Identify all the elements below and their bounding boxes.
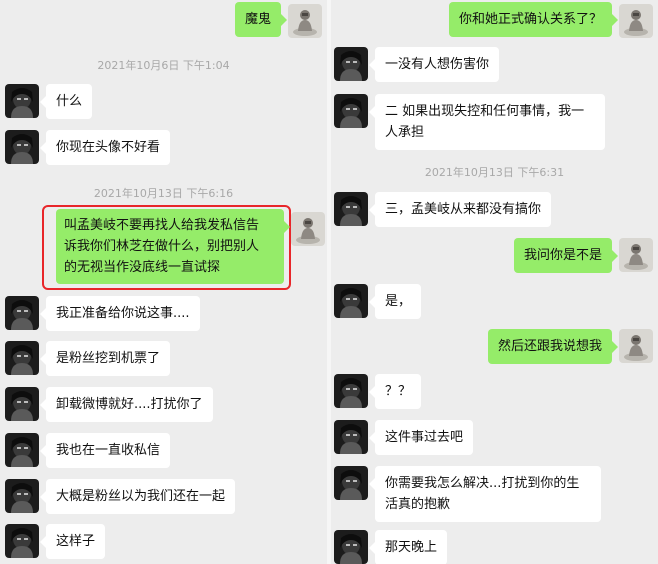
dark-portrait-avatar-icon[interactable] (5, 341, 39, 375)
message-in-bubble[interactable]: 你需要我怎么解决...打扰到你的生 活真的抱歉 (369, 466, 601, 522)
message-in-bubble[interactable]: 是粉丝挖到机票了 (39, 341, 171, 376)
figurine-avatar-icon[interactable] (619, 238, 653, 272)
dark-portrait-avatar-icon[interactable] (334, 466, 368, 500)
figurine-avatar-icon[interactable] (619, 4, 653, 38)
message-out-bubble[interactable]: 叫孟美岐不要再找人给我发私信告 诉我你们林芝在做什么，别把别人 的无视当作没底线… (56, 209, 290, 284)
figurine-avatar-icon[interactable] (291, 212, 325, 246)
message-in-bubble[interactable]: ？？ (368, 374, 422, 409)
message-in-bubble[interactable]: 那天晚上 (368, 530, 448, 564)
message-in-bubble[interactable]: 我正准备给你说这事.... (40, 296, 200, 331)
message-in-bubble[interactable]: 这件事过去吧 (368, 420, 474, 455)
dark-portrait-avatar-icon[interactable] (334, 192, 368, 226)
message-out-bubble[interactable]: 我问你是不是 (513, 238, 619, 273)
right-chat-pane[interactable]: 你和她正式确认关系了？ 一没有人想伤害你 二 如果出现失控和任何事情，我一 人承… (331, 0, 658, 564)
message-in-bubble[interactable]: 你现在头像不好看 (39, 130, 171, 165)
dark-portrait-avatar-icon[interactable] (5, 524, 39, 558)
message-in-bubble[interactable]: 一没有人想伤害你 (368, 47, 500, 82)
message-out-bubble[interactable]: 魔鬼 (234, 2, 288, 37)
dark-portrait-avatar-icon[interactable] (334, 47, 368, 81)
dark-portrait-avatar-icon[interactable] (5, 433, 39, 467)
dark-portrait-avatar-icon[interactable] (5, 387, 39, 421)
figurine-avatar-icon[interactable] (619, 329, 653, 363)
dark-portrait-avatar-icon[interactable] (334, 94, 368, 128)
dark-portrait-avatar-icon[interactable] (334, 420, 368, 454)
timestamp: 2021年10月6日 下午1:04 (97, 59, 230, 72)
dark-portrait-avatar-icon[interactable] (5, 296, 39, 330)
message-in-bubble[interactable]: 这样子 (39, 524, 106, 559)
message-in-bubble[interactable]: 我也在一直收私信 (39, 433, 171, 468)
dark-portrait-avatar-icon[interactable] (334, 530, 368, 564)
dark-portrait-avatar-icon[interactable] (334, 374, 368, 408)
dark-portrait-avatar-icon[interactable] (334, 284, 368, 318)
message-in-bubble[interactable]: 二 如果出现失控和任何事情，我一 人承担 (369, 94, 605, 150)
message-in-bubble[interactable]: 卸载微博就好....打扰你了 (40, 387, 213, 422)
dark-portrait-avatar-icon[interactable] (5, 84, 39, 118)
message-in-bubble[interactable]: 大概是粉丝以为我们还在一起 (39, 479, 236, 514)
left-chat-pane[interactable]: 魔鬼 2021年10月6日 下午1:04 什么 你现在头像不好看 2021年10… (0, 0, 327, 564)
dark-portrait-avatar-icon[interactable] (5, 479, 39, 513)
message-in-bubble[interactable]: 什么 (39, 84, 93, 119)
figurine-avatar-icon[interactable] (288, 4, 322, 38)
timestamp: 2021年10月13日 下午6:16 (93, 187, 234, 200)
timestamp: 2021年10月13日 下午6:31 (424, 166, 565, 179)
message-in-bubble[interactable]: 是， (368, 284, 422, 319)
dark-portrait-avatar-icon[interactable] (5, 130, 39, 164)
message-out-bubble[interactable]: 然后还跟我说想我 (487, 329, 619, 364)
message-in-bubble[interactable]: 三，孟美岐从来都没有搞你 (368, 192, 552, 227)
message-out-bubble[interactable]: 你和她正式确认关系了？ (448, 2, 619, 37)
